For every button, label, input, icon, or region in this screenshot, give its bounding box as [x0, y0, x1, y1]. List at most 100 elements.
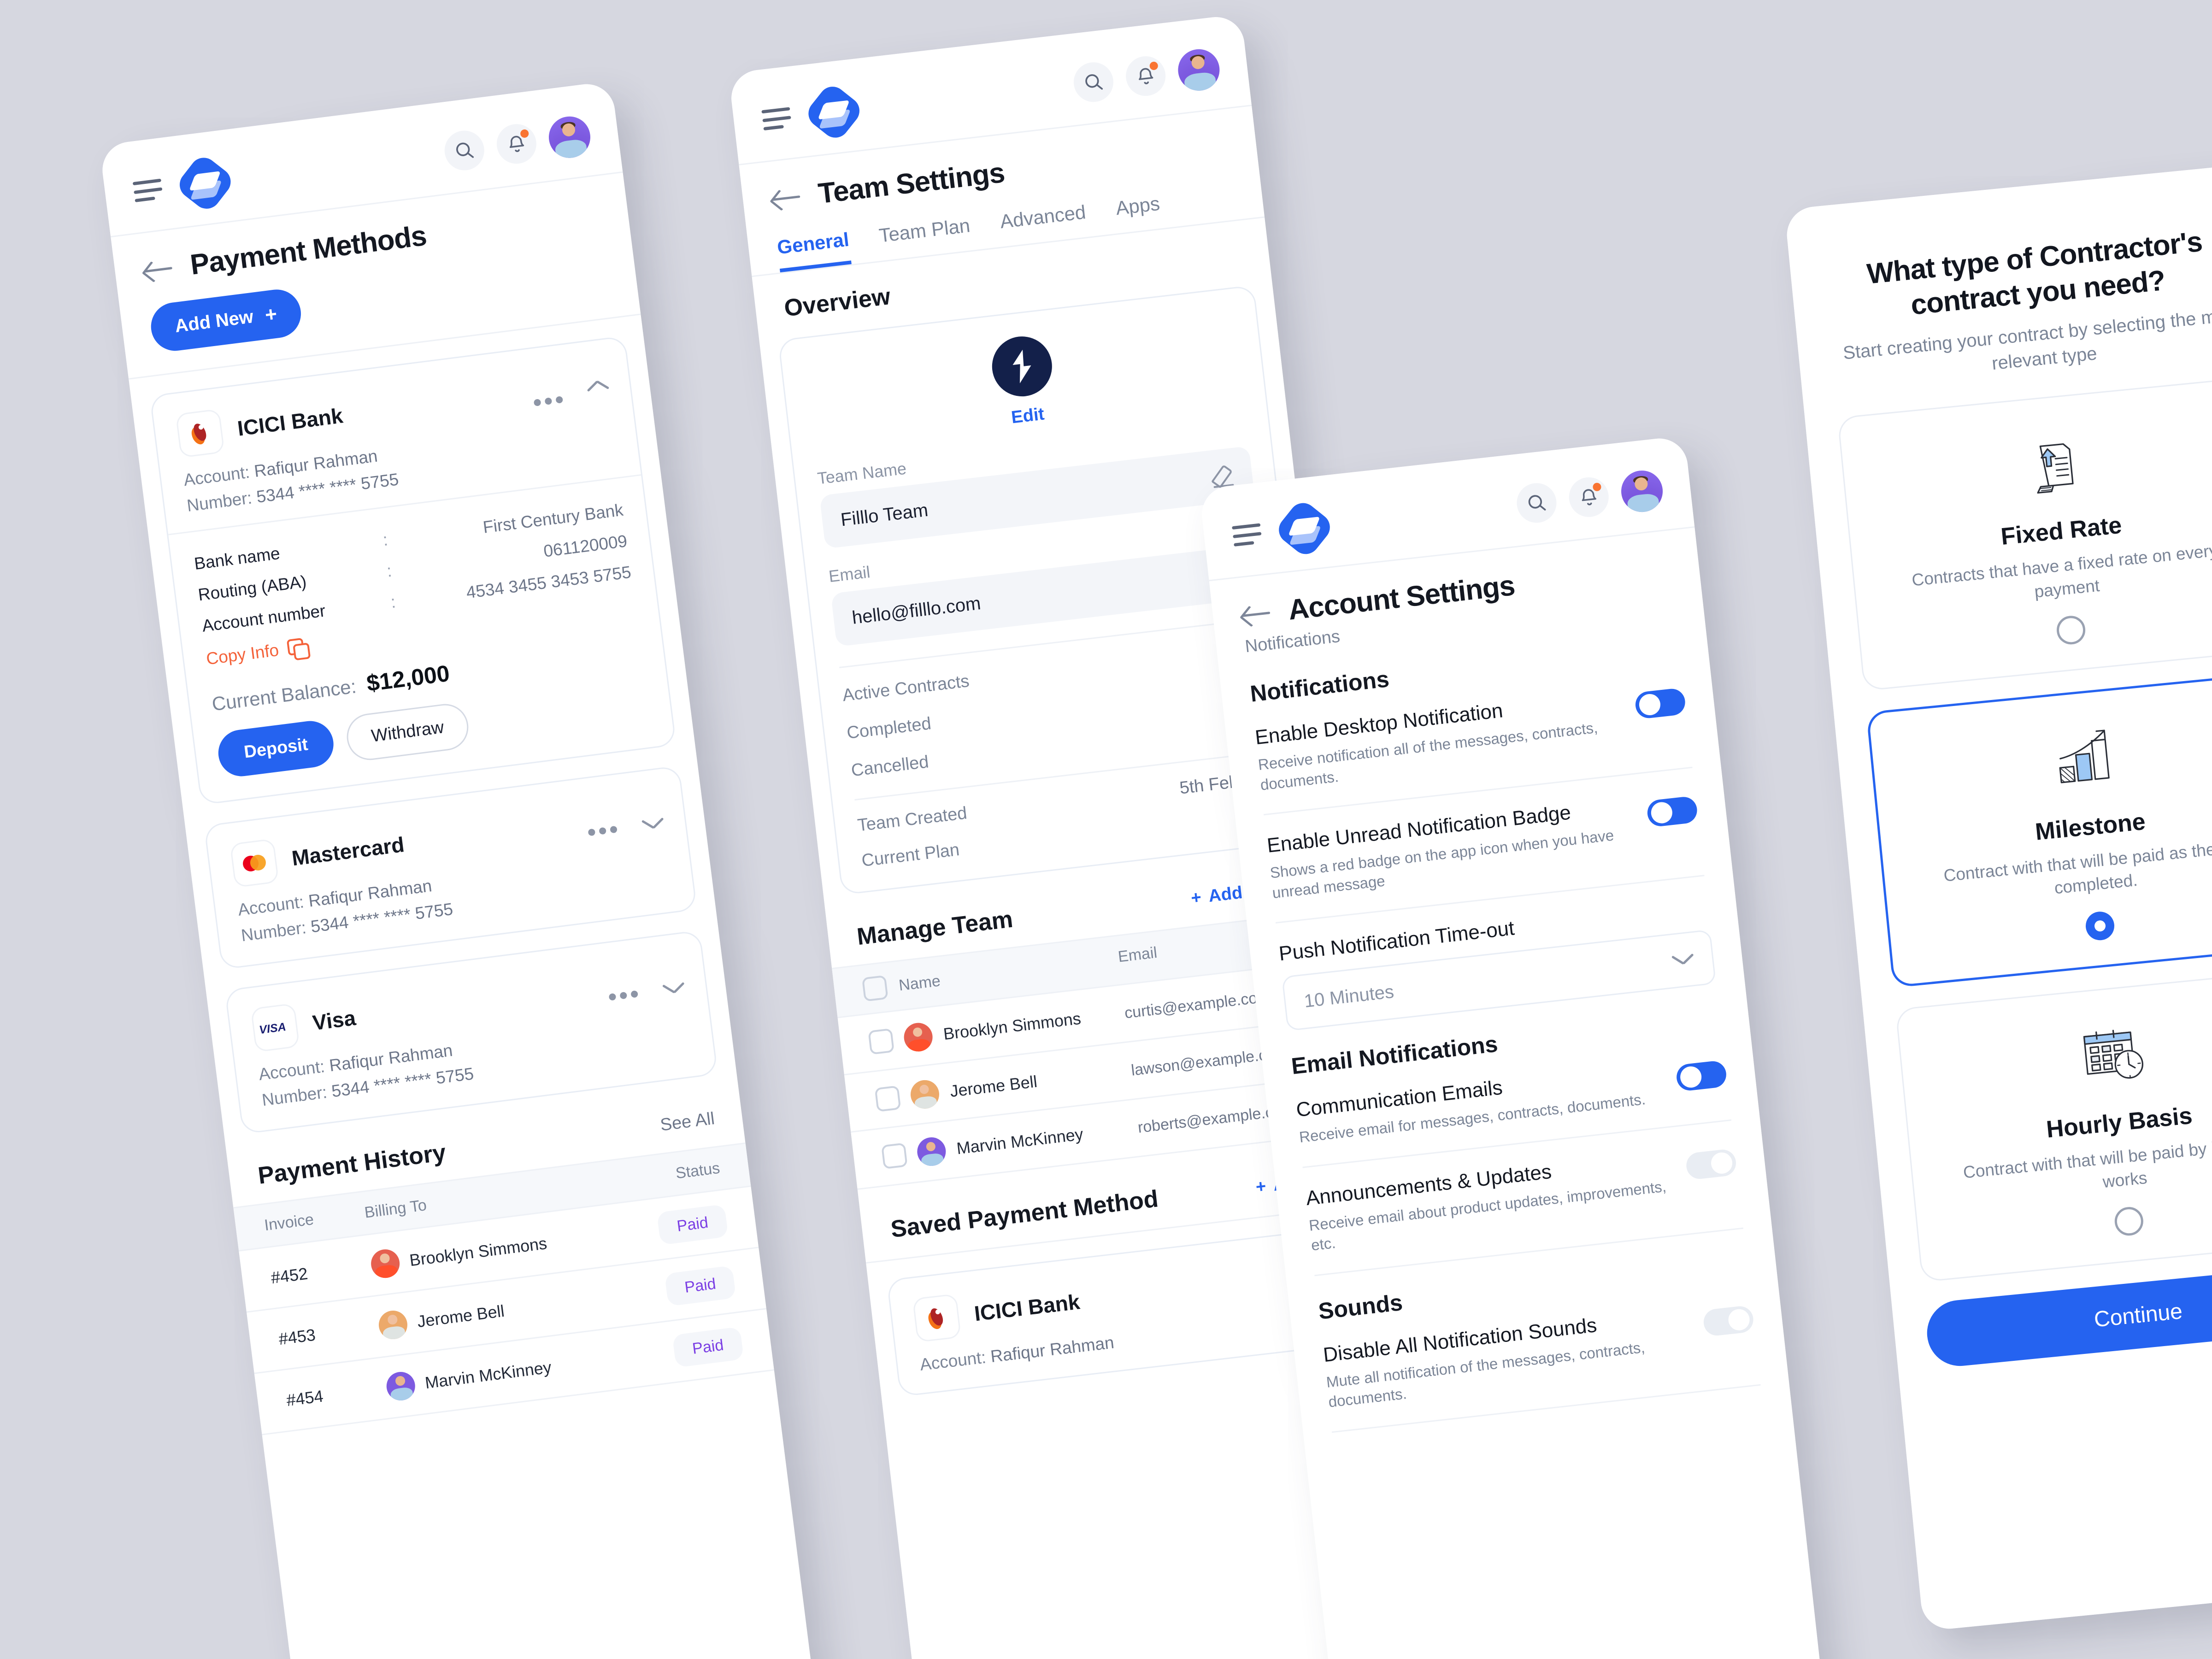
continue-button[interactable]: Continue — [1924, 1262, 2212, 1370]
row-checkbox[interactable] — [881, 1142, 908, 1170]
plus-icon: + — [1190, 887, 1203, 908]
menu-icon[interactable] — [132, 178, 164, 202]
more-options-icon[interactable] — [533, 395, 564, 406]
status-badge: Paid — [672, 1326, 744, 1368]
expand-chevron-icon[interactable] — [642, 817, 665, 832]
member-name: Marvin McKinney — [955, 1124, 1084, 1158]
document-upload-icon — [1868, 408, 2212, 522]
svg-text:VISA: VISA — [259, 1020, 287, 1036]
tab-apps[interactable]: Apps — [1115, 193, 1163, 233]
toggle-desktop-notification[interactable] — [1634, 687, 1687, 720]
invoice-value: #452 — [270, 1264, 309, 1287]
row-checkbox[interactable] — [874, 1085, 901, 1112]
status-badge: Paid — [664, 1265, 736, 1306]
bell-icon[interactable] — [494, 122, 539, 166]
radio-hourly-basis[interactable] — [2113, 1206, 2145, 1237]
expand-chevron-icon[interactable] — [663, 982, 685, 996]
contract-type-card-fixed-rate[interactable]: Fixed Rate Contracts that have a fixed r… — [1837, 376, 2212, 691]
back-arrow-icon[interactable] — [771, 185, 802, 210]
plus-icon: + — [264, 302, 278, 326]
column-name: Name — [898, 971, 941, 994]
mockup-stage: Payment Methods Add New + ICICI Bank Acc… — [0, 0, 2212, 1659]
see-all-link[interactable]: See All — [659, 1109, 716, 1135]
toggle-announcements[interactable] — [1685, 1148, 1738, 1180]
billing-to-name: Brooklyn Simmons — [408, 1233, 548, 1270]
toggle-communication-emails[interactable] — [1675, 1060, 1728, 1092]
avatar — [902, 1021, 934, 1053]
chevron-down-icon — [1672, 953, 1694, 967]
withdraw-label: Withdraw — [370, 718, 445, 746]
billing-to-name: Jerome Bell — [416, 1301, 506, 1331]
search-icon[interactable] — [1071, 60, 1116, 104]
column-status: Status — [674, 1159, 721, 1182]
radio-fixed-rate[interactable] — [2055, 614, 2087, 646]
search-icon[interactable] — [442, 128, 487, 173]
avatar — [369, 1247, 401, 1280]
continue-label: Continue — [2093, 1299, 2184, 1332]
member-name: Brooklyn Simmons — [942, 1008, 1082, 1044]
user-avatar[interactable] — [546, 114, 593, 161]
calendar-clock-icon — [1926, 999, 2212, 1113]
number-label: Number: — [240, 918, 307, 945]
user-avatar[interactable] — [1619, 468, 1665, 514]
bell-icon[interactable] — [1124, 54, 1168, 98]
avatar — [915, 1135, 947, 1168]
stat-key: Completed — [846, 714, 932, 743]
row-checkbox[interactable] — [868, 1028, 894, 1055]
select-all-checkbox[interactable] — [862, 975, 888, 1002]
member-name: Jerome Bell — [949, 1071, 1038, 1101]
menu-icon[interactable] — [761, 107, 792, 131]
add-new-label: Add New — [173, 306, 255, 337]
edit-pencil-icon[interactable] — [1210, 464, 1235, 488]
push-timeout-value: 10 Minutes — [1303, 982, 1395, 1012]
account-label: Account: — [918, 1347, 987, 1374]
payment-method-card-bank[interactable]: ICICI Bank Account: Rafiqur Rahman Numbe… — [149, 335, 677, 806]
filllo-logo-icon — [1273, 497, 1335, 560]
billing-to-name: Marvin McKinney — [424, 1357, 553, 1392]
plus-icon: + — [1254, 1176, 1267, 1197]
back-arrow-icon[interactable] — [142, 257, 174, 282]
saved-payment-title: Saved Payment Method — [889, 1185, 1160, 1243]
card-brand-name: Visa — [311, 1006, 357, 1035]
withdraw-button[interactable]: Withdraw — [344, 701, 471, 763]
toggle-unread-badge[interactable] — [1646, 795, 1699, 828]
phone-payment-methods: Payment Methods Add New + ICICI Bank Acc… — [99, 81, 817, 1659]
detail-sep: : — [382, 530, 389, 550]
contract-type-card-milestone[interactable]: Milestone Contract with that will be pai… — [1866, 671, 2212, 988]
user-avatar[interactable] — [1176, 47, 1222, 93]
bell-icon[interactable] — [1567, 475, 1611, 519]
bank-name: ICICI Bank — [236, 403, 345, 441]
invoice-value: #454 — [285, 1386, 324, 1410]
bank-name: ICICI Bank — [973, 1289, 1081, 1326]
mastercard-logo-icon — [229, 838, 279, 888]
menu-icon[interactable] — [1232, 523, 1262, 547]
icici-bank-logo-icon — [175, 408, 225, 458]
tab-general[interactable]: General — [776, 228, 852, 273]
payment-history-title: Payment History — [256, 1139, 447, 1189]
deposit-label: Deposit — [243, 735, 309, 762]
contract-type-card-hourly-basis[interactable]: Hourly Basis Contract with that will be … — [1895, 967, 2212, 1282]
collapse-chevron-icon[interactable] — [588, 387, 610, 402]
status-badge: Paid — [656, 1204, 729, 1245]
more-options-icon[interactable] — [608, 990, 638, 1001]
meta-key: Team Created — [856, 803, 968, 835]
column-invoice: Invoice — [263, 1210, 315, 1235]
invoice-value: #453 — [277, 1325, 317, 1348]
filllo-logo-icon — [803, 81, 865, 143]
more-options-icon[interactable] — [588, 825, 618, 836]
radio-milestone[interactable] — [2084, 910, 2116, 941]
stat-key: Active Contracts — [841, 671, 971, 706]
avatar — [909, 1078, 941, 1111]
add-new-button[interactable]: Add New + — [148, 287, 304, 354]
avatar — [377, 1308, 409, 1341]
search-icon[interactable] — [1514, 481, 1559, 525]
stat-key: Cancelled — [850, 752, 930, 781]
toggle-disable-sounds[interactable] — [1702, 1305, 1755, 1337]
back-arrow-icon[interactable] — [1241, 602, 1272, 626]
deposit-button[interactable]: Deposit — [215, 718, 336, 779]
visa-logo-icon: VISA — [250, 1003, 300, 1053]
icici-bank-logo-icon — [912, 1293, 962, 1343]
email-value: hello@filllo.com — [851, 593, 982, 628]
meta-key: Current Plan — [860, 840, 961, 871]
manage-team-title: Manage Team — [855, 906, 1014, 951]
